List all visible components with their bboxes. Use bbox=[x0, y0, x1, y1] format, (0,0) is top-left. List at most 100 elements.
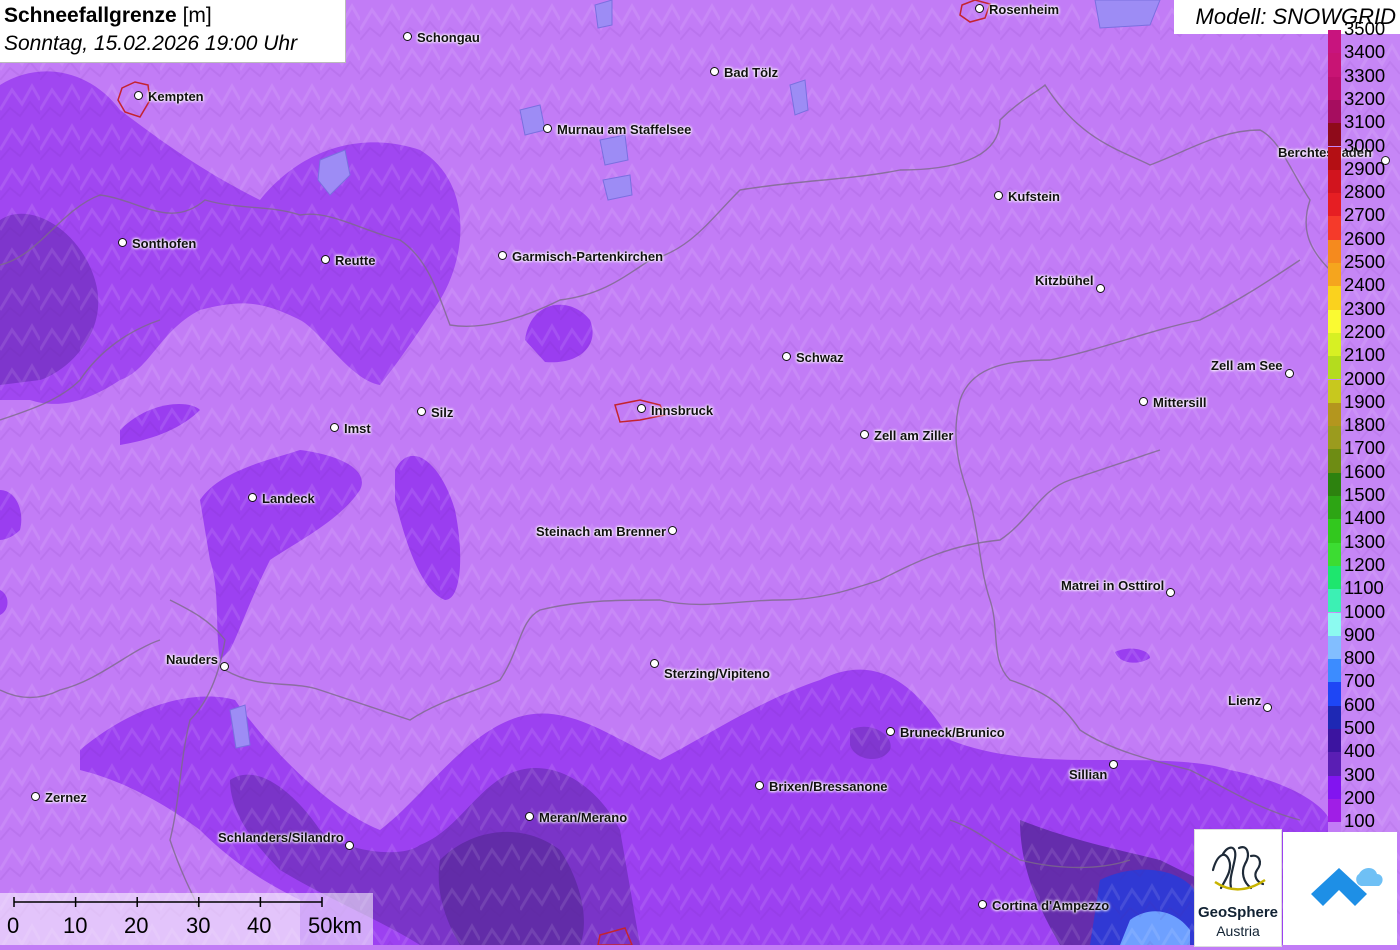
city-marker-icon[interactable] bbox=[525, 812, 534, 821]
legend-swatch bbox=[1328, 519, 1341, 543]
city-marker-icon[interactable] bbox=[975, 4, 984, 13]
city-marker-icon[interactable] bbox=[498, 251, 507, 260]
city-marker-icon[interactable] bbox=[994, 191, 1003, 200]
city-label[interactable]: Zernez bbox=[45, 790, 87, 805]
city-marker-icon[interactable] bbox=[1096, 284, 1105, 293]
city-label[interactable]: Meran/Merano bbox=[539, 810, 627, 825]
legend-swatch bbox=[1328, 169, 1341, 194]
city-label[interactable]: Reutte bbox=[335, 253, 375, 268]
city-marker-icon[interactable] bbox=[134, 91, 143, 100]
legend-label: 700 bbox=[1344, 670, 1375, 692]
city-marker-icon[interactable] bbox=[248, 493, 257, 502]
city-label[interactable]: Bruneck/Brunico bbox=[900, 725, 1005, 740]
city-label[interactable]: Bad Tölz bbox=[724, 65, 778, 80]
city-marker-icon[interactable] bbox=[220, 662, 229, 671]
city-marker-icon[interactable] bbox=[782, 352, 791, 361]
city-marker-icon[interactable] bbox=[321, 255, 330, 264]
city-marker-icon[interactable] bbox=[755, 781, 764, 790]
scale-label-10: 10 bbox=[63, 913, 88, 938]
legend-label: 1600 bbox=[1344, 460, 1386, 482]
city-label[interactable]: Steinach am Brenner bbox=[536, 524, 666, 539]
city-label[interactable]: Schongau bbox=[417, 30, 480, 45]
city-label[interactable]: Sonthofen bbox=[132, 236, 196, 251]
map-canvas[interactable] bbox=[0, 0, 1400, 945]
legend-label: 900 bbox=[1344, 623, 1375, 645]
city-label[interactable]: Zell am Ziller bbox=[874, 428, 953, 443]
legend-label: 1100 bbox=[1344, 577, 1384, 599]
city-label[interactable]: Kitzbühel bbox=[1035, 273, 1094, 288]
legend-swatch bbox=[1328, 659, 1341, 683]
geosphere-emblem-icon bbox=[1211, 846, 1266, 891]
city-label[interactable]: Sillian bbox=[1069, 767, 1107, 782]
city-label[interactable]: Silz bbox=[431, 405, 453, 420]
city-label[interactable]: Imst bbox=[344, 421, 371, 436]
city-marker-icon[interactable] bbox=[330, 423, 339, 432]
legend-swatch bbox=[1328, 472, 1341, 496]
city-marker-icon[interactable] bbox=[860, 430, 869, 439]
scale-label-40: 40 bbox=[247, 913, 272, 938]
legend-swatch bbox=[1328, 612, 1341, 636]
legend-label: 3200 bbox=[1344, 87, 1386, 109]
city-label[interactable]: Murnau am Staffelsee bbox=[557, 122, 691, 137]
city-label[interactable]: Garmisch-Partenkirchen bbox=[512, 249, 663, 264]
city-marker-icon[interactable] bbox=[978, 900, 987, 909]
legend-label: 2300 bbox=[1344, 297, 1386, 319]
geosphere-logo[interactable]: GeoSphere Austria bbox=[1194, 829, 1282, 947]
city-marker-icon[interactable] bbox=[1263, 703, 1272, 712]
city-marker-icon[interactable] bbox=[886, 727, 895, 736]
city-marker-icon[interactable] bbox=[31, 792, 40, 801]
city-label[interactable]: Nauders bbox=[166, 652, 218, 667]
snow-cloud-icon bbox=[1311, 868, 1383, 906]
city-label[interactable]: Lienz bbox=[1228, 693, 1261, 708]
legend-label: 1200 bbox=[1344, 553, 1386, 575]
legend-label: 2900 bbox=[1344, 157, 1386, 179]
legend-label: 500 bbox=[1344, 717, 1375, 738]
city-marker-icon[interactable] bbox=[668, 526, 677, 535]
city-label[interactable]: Landeck bbox=[262, 491, 315, 506]
city-marker-icon[interactable] bbox=[710, 67, 719, 76]
city-label[interactable]: Schwaz bbox=[796, 350, 844, 365]
legend-label: 1300 bbox=[1344, 530, 1386, 552]
city-label[interactable]: Innsbruck bbox=[651, 403, 713, 418]
city-marker-icon[interactable] bbox=[417, 407, 426, 416]
legend-label: 1400 bbox=[1344, 507, 1386, 529]
legend-label: 100 bbox=[1344, 810, 1375, 832]
city-marker-icon[interactable] bbox=[1285, 369, 1294, 378]
city-label[interactable]: Cortina d'Ampezzo bbox=[992, 898, 1109, 913]
legend-label: 600 bbox=[1344, 693, 1375, 715]
city-marker-icon[interactable] bbox=[403, 32, 412, 41]
legend-swatch bbox=[1328, 496, 1341, 520]
legend-label: 200 bbox=[1344, 786, 1375, 808]
city-label[interactable]: Mittersill bbox=[1153, 395, 1206, 410]
city-label[interactable]: Kempten bbox=[148, 89, 204, 104]
city-label[interactable]: Schlanders/Silandro bbox=[218, 830, 344, 845]
city-label[interactable]: Sterzing/Vipiteno bbox=[664, 666, 770, 681]
city-label[interactable]: Zell am See bbox=[1211, 358, 1283, 373]
legend-label: 3500 bbox=[1344, 18, 1386, 39]
city-label[interactable]: Kufstein bbox=[1008, 189, 1060, 204]
legend-swatch bbox=[1328, 123, 1341, 147]
scale-label-50km: 50km bbox=[308, 913, 362, 938]
city-marker-icon[interactable] bbox=[118, 238, 127, 247]
city-label[interactable]: Brixen/Bressanone bbox=[769, 779, 888, 794]
legend-label: 3400 bbox=[1344, 41, 1386, 63]
legend-label: 2100 bbox=[1344, 344, 1386, 366]
city-marker-icon[interactable] bbox=[345, 841, 354, 850]
legend-label: 1700 bbox=[1344, 437, 1386, 459]
legend-swatch bbox=[1328, 263, 1341, 287]
legend-label: 2400 bbox=[1344, 274, 1386, 296]
legend-swatch bbox=[1328, 286, 1341, 310]
city-marker-icon[interactable] bbox=[650, 659, 659, 668]
legend-swatch bbox=[1328, 30, 1341, 54]
city-marker-icon[interactable] bbox=[543, 124, 552, 133]
city-label[interactable]: Rosenheim bbox=[989, 2, 1059, 17]
city-marker-icon[interactable] bbox=[1139, 397, 1148, 406]
city-marker-icon[interactable] bbox=[1109, 760, 1118, 769]
legend-swatch bbox=[1328, 356, 1341, 380]
legend-swatch bbox=[1328, 752, 1341, 776]
partner-logo[interactable] bbox=[1283, 832, 1397, 945]
city-marker-icon[interactable] bbox=[637, 404, 646, 413]
legend-label: 3100 bbox=[1344, 111, 1386, 133]
city-marker-icon[interactable] bbox=[1166, 588, 1175, 597]
city-label[interactable]: Matrei in Osttirol bbox=[1061, 578, 1164, 593]
